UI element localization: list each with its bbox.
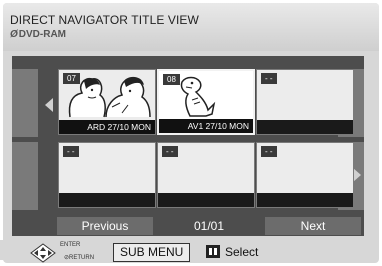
page-indicator: 01/01 [193, 219, 225, 233]
disc-icon: Ø [10, 29, 18, 40]
empty-thumbnail[interactable]: - - [58, 142, 156, 208]
title-bar: DIRECT NAVIGATOR TITLE VIEW ØDVD-RAM [3, 3, 379, 51]
scroll-left-arrow-icon[interactable] [45, 98, 53, 112]
return-hint: ⊘RETURN [64, 254, 94, 261]
empty-caption-bar [59, 193, 155, 207]
empty-caption-bar [158, 193, 254, 207]
empty-thumbnail[interactable]: - - [256, 142, 354, 208]
left-side-tab-top [12, 69, 38, 137]
empty-caption-bar [257, 193, 353, 207]
title-thumbnail-selected[interactable]: 08 AV1 27/10 MON [157, 69, 255, 135]
title-caption: AV1 27/10 MON [159, 119, 253, 133]
sub-menu-button[interactable]: SUB MENU [113, 243, 191, 262]
left-side-tab-bottom [12, 142, 38, 210]
next-button[interactable]: Next [265, 217, 361, 235]
disc-type-label: ØDVD-RAM [10, 29, 66, 40]
return-label: RETURN [69, 255, 95, 261]
empty-caption-bar [257, 120, 353, 134]
previous-button[interactable]: Previous [57, 217, 153, 235]
title-number: - - [261, 146, 277, 157]
pause-select-icon [206, 245, 220, 258]
empty-thumbnail[interactable]: - - [256, 69, 354, 135]
page-navigation: Previous 01/01 Next [57, 217, 361, 235]
title-caption: ARD 27/10 MON [59, 120, 155, 134]
title-number: - - [162, 146, 178, 157]
page-title: DIRECT NAVIGATOR TITLE VIEW [10, 13, 199, 27]
title-number: 08 [163, 74, 180, 85]
title-number: - - [261, 73, 277, 84]
title-number: 07 [63, 73, 80, 84]
disc-type-text: DVD-RAM [18, 29, 66, 40]
title-thumbnail[interactable]: 07 ARD 27/10 MON [58, 69, 156, 135]
title-number: - - [63, 146, 79, 157]
direction-pad-icon [30, 243, 56, 263]
empty-thumbnail[interactable]: - - [157, 142, 255, 208]
select-hint: Select [225, 245, 259, 259]
scroll-right-arrow-icon[interactable] [353, 168, 361, 182]
enter-hint: ENTER [60, 242, 81, 248]
